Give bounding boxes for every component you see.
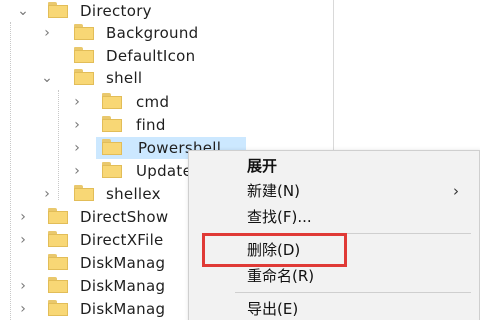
- tree-item-label: cmd: [136, 93, 170, 111]
- chevron-right-icon[interactable]: ›: [70, 91, 84, 113]
- annotation-highlight-box: [202, 233, 347, 267]
- tree-item-label: DefaultIcon: [106, 47, 196, 65]
- folder-icon: [48, 300, 68, 317]
- tree-item-label: Background: [106, 24, 199, 42]
- tree-item-label: Update: [136, 162, 193, 180]
- chevron-right-icon[interactable]: ›: [40, 183, 54, 205]
- tree-item-label: DiskManag: [80, 254, 166, 272]
- menu-item-label: 重命名(R): [247, 267, 315, 285]
- folder-icon: [48, 231, 68, 248]
- tree-item-defaulticon[interactable]: DefaultIcon: [0, 45, 320, 67]
- menu-item-label: 导出(E): [247, 300, 299, 318]
- chevron-down-icon[interactable]: ⌄: [40, 67, 54, 89]
- chevron-right-icon[interactable]: ›: [16, 275, 30, 297]
- tree-item-shell[interactable]: ⌄ shell: [0, 67, 320, 89]
- folder-icon: [74, 24, 94, 41]
- folder-icon: [74, 47, 94, 64]
- folder-icon: [74, 185, 94, 202]
- chevron-right-icon[interactable]: ›: [70, 160, 84, 182]
- menu-separator: [235, 292, 471, 293]
- folder-icon: [102, 93, 122, 110]
- submenu-arrow-icon: ›: [453, 182, 459, 200]
- folder-icon: [74, 69, 94, 86]
- tree-item-background[interactable]: › Background: [0, 22, 320, 44]
- tree-item-label: DirectShow: [80, 208, 169, 226]
- tree-item-label: find: [136, 116, 166, 134]
- chevron-right-icon[interactable]: ›: [16, 206, 30, 228]
- folder-icon: [48, 208, 68, 225]
- tree-item-label: Directory: [80, 2, 152, 20]
- folder-icon: [102, 162, 122, 179]
- folder-icon: [48, 254, 68, 271]
- chevron-right-icon[interactable]: ›: [70, 114, 84, 136]
- tree-item-label: DiskManag: [80, 300, 166, 318]
- menu-item-new[interactable]: 新建(N) ›: [189, 179, 479, 203]
- tree-item-directory[interactable]: ⌄ Directory: [0, 0, 320, 22]
- folder-icon: [102, 139, 122, 156]
- tree-item-find[interactable]: › find: [0, 114, 320, 136]
- menu-item-rename[interactable]: 重命名(R): [189, 264, 479, 288]
- chevron-right-icon[interactable]: ›: [40, 22, 54, 44]
- menu-item-expand[interactable]: 展开: [189, 154, 479, 178]
- tree-item-label: shellex: [106, 185, 161, 203]
- folder-icon: [48, 277, 68, 294]
- tree-item-label: DirectXFile: [80, 231, 164, 249]
- menu-item-label: 新建(N): [247, 182, 300, 200]
- chevron-right-icon[interactable]: ›: [70, 137, 84, 159]
- tree-item-label: DiskManag: [80, 277, 166, 295]
- folder-icon: [48, 2, 68, 19]
- menu-item-label: 查找(F)...: [247, 208, 312, 226]
- registry-editor: ⌄ Directory › Background DefaultIcon ⌄ s…: [0, 0, 480, 320]
- chevron-right-icon[interactable]: ›: [16, 298, 30, 320]
- chevron-down-icon[interactable]: ⌄: [16, 0, 30, 22]
- tree-item-cmd[interactable]: › cmd: [0, 91, 320, 113]
- menu-item-find[interactable]: 查找(F)...: [189, 205, 479, 229]
- menu-item-export[interactable]: 导出(E): [189, 297, 479, 320]
- folder-icon: [102, 116, 122, 133]
- tree-item-label: shell: [106, 69, 143, 87]
- menu-item-label: 展开: [247, 157, 278, 175]
- chevron-right-icon[interactable]: ›: [16, 229, 30, 251]
